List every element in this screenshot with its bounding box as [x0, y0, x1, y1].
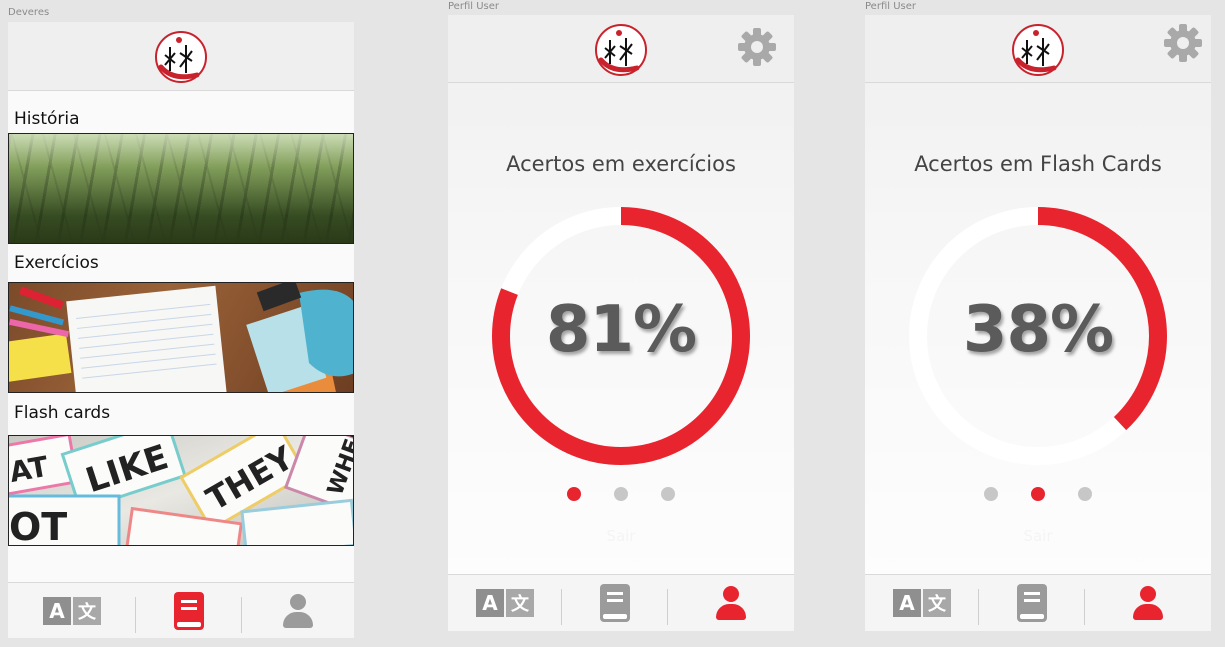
- percent-value: 81%: [545, 293, 697, 367]
- book-icon: [600, 584, 630, 622]
- artboard-label-perfil-2: Perfil User: [865, 1, 916, 12]
- translate-icon: A 文: [893, 589, 951, 617]
- artboard-label-deveres: Deveres: [8, 7, 50, 18]
- page-indicator: [448, 487, 794, 501]
- logout-link[interactable]: Sair: [448, 527, 794, 545]
- bottom-navigation: A 文: [8, 582, 354, 638]
- page-dot-3[interactable]: [661, 487, 675, 501]
- user-icon: [283, 593, 313, 628]
- bottom-navigation: A 文: [865, 574, 1211, 631]
- gear-icon[interactable]: [1163, 23, 1203, 63]
- nav-translate[interactable]: A 文: [865, 575, 979, 631]
- app-header: [865, 15, 1211, 83]
- desk-notebook-illustration: [9, 283, 353, 392]
- perfil-exercicios-screen: Acertos em exercícios 81% Sair A 文: [448, 15, 794, 631]
- app-header: [448, 15, 794, 83]
- nav-homework[interactable]: [136, 583, 242, 638]
- bottom-navigation: A 文: [448, 574, 794, 631]
- nav-profile[interactable]: [1085, 575, 1211, 631]
- page-dot-1[interactable]: [567, 487, 581, 501]
- nav-translate[interactable]: A 文: [448, 575, 562, 631]
- flash-cards-image[interactable]: AT LIKE THEY WHERE OT: [8, 435, 354, 546]
- app-logo-icon[interactable]: [593, 22, 649, 78]
- stat-title: Acertos em exercícios: [506, 152, 736, 176]
- logout-link[interactable]: Sair: [865, 527, 1211, 545]
- user-icon: [1133, 586, 1163, 620]
- page-dot-2[interactable]: [1031, 487, 1045, 501]
- exercicios-image[interactable]: [8, 282, 354, 393]
- stat-title: Acertos em Flash Cards: [914, 152, 1162, 176]
- percent-value: 38%: [962, 293, 1114, 367]
- page-indicator: [865, 487, 1211, 501]
- flashcard-word-0: AT: [9, 450, 51, 489]
- nav-translate[interactable]: A 文: [8, 583, 136, 638]
- word-cards-illustration: AT LIKE THEY WHERE OT: [9, 436, 353, 546]
- artboard-label-perfil-1: Perfil User: [448, 1, 499, 12]
- translate-icon: A 文: [476, 589, 534, 617]
- book-icon: [1017, 584, 1047, 622]
- flashcard-word-4: OT: [9, 505, 67, 546]
- app-logo-icon[interactable]: [1010, 22, 1066, 78]
- page-dot-1[interactable]: [984, 487, 998, 501]
- deveres-screen: História Exercícios Flash cards AT LIKE …: [8, 22, 354, 638]
- nav-profile[interactable]: [668, 575, 794, 631]
- nav-homework[interactable]: [979, 575, 1085, 631]
- gear-icon[interactable]: [737, 27, 777, 67]
- page-dot-3[interactable]: [1078, 487, 1092, 501]
- app-logo-icon[interactable]: [153, 29, 209, 85]
- section-title-historia[interactable]: História: [14, 109, 80, 129]
- nav-profile[interactable]: [242, 583, 354, 638]
- section-title-flash-cards[interactable]: Flash cards: [14, 403, 110, 423]
- translate-icon: A 文: [43, 596, 101, 625]
- user-icon: [716, 586, 746, 620]
- page-dot-2[interactable]: [614, 487, 628, 501]
- historia-image[interactable]: [8, 133, 354, 244]
- nav-homework[interactable]: [562, 575, 668, 631]
- book-icon: [174, 591, 204, 630]
- app-header: [8, 22, 354, 91]
- section-title-exercicios[interactable]: Exercícios: [14, 253, 99, 273]
- perfil-flashcards-screen: Acertos em Flash Cards 38% Sair A 文: [865, 15, 1211, 631]
